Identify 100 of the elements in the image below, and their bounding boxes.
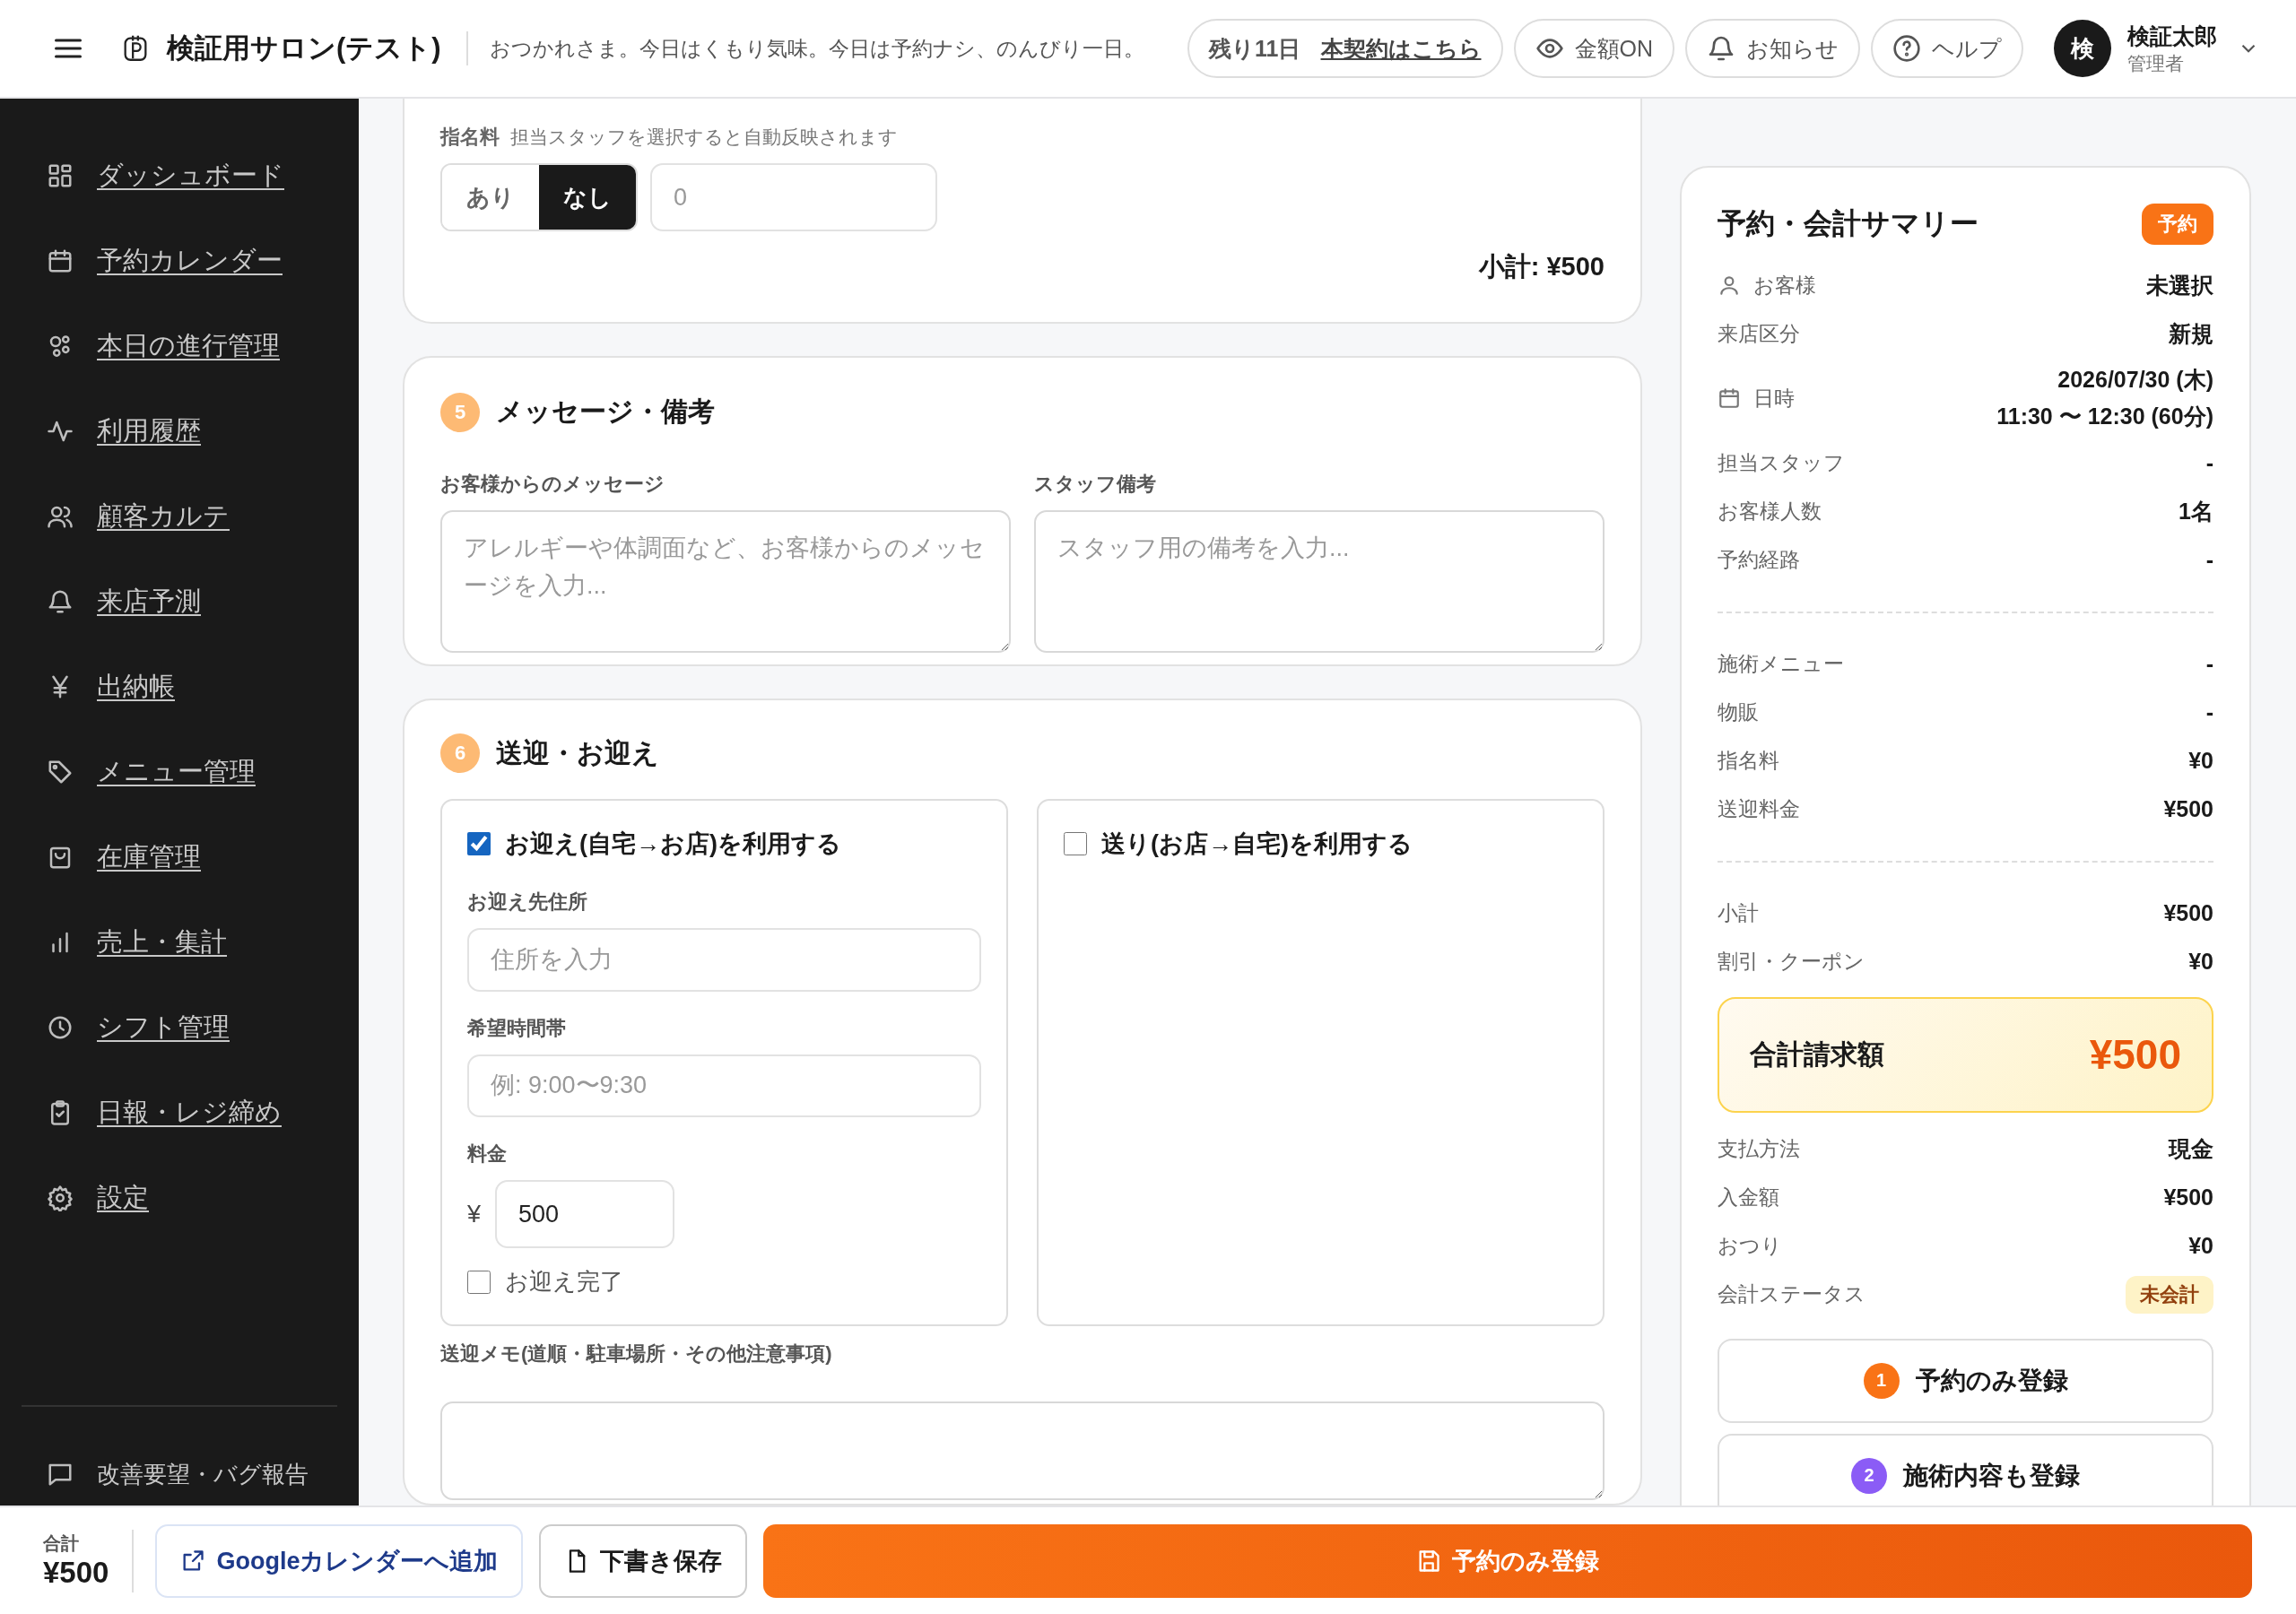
summary-label: 来店区分: [1718, 320, 1800, 347]
total-amount: ¥500: [2089, 1030, 2181, 1079]
summary-label: 会計ステータス: [1718, 1281, 1866, 1307]
register-button[interactable]: 2 施術内容も登録: [1718, 1433, 2213, 1506]
textarea-field[interactable]: スタッフ用の備考を入力...: [1034, 509, 1605, 653]
summary-value: 未選択: [2146, 271, 2213, 299]
sidebar-item[interactable]: 本日の進行管理: [0, 303, 359, 388]
summary-value: -: [2205, 547, 2213, 573]
sidebar-item[interactable]: 売上・集計: [0, 899, 359, 985]
summary-label: 入金額: [1718, 1184, 1779, 1210]
trial-days: 残り11日: [1209, 33, 1301, 64]
status-badge: 予約: [2142, 204, 2213, 245]
step-number: 1: [1863, 1362, 1900, 1399]
sidebar-item[interactable]: 予約カレンダー: [0, 218, 359, 303]
sidebar-item[interactable]: 出納帳: [0, 644, 359, 729]
sidebar-item[interactable]: シフト管理: [0, 985, 359, 1070]
field-label: 料金: [467, 1141, 508, 1167]
summary-value: ¥500: [2163, 1184, 2213, 1210]
time-field[interactable]: 例: 9:00〜9:30: [467, 1054, 981, 1117]
summary-title: 予約・会計サマリー: [1718, 206, 1979, 241]
register-button[interactable]: 1 予約のみ登録: [1718, 1338, 2213, 1423]
feedback-link[interactable]: 改善要望・バグ報告: [0, 1443, 359, 1506]
bell-icon: [1707, 34, 1735, 63]
settings-icon: [47, 1184, 74, 1211]
fee-field[interactable]: 500: [495, 1180, 675, 1248]
currency-sign: ¥: [467, 1200, 482, 1228]
summary-value: 2026/07/30 (木) 11:30 〜 12:30 (60分): [1996, 366, 2213, 431]
user-avatar[interactable]: 検: [2054, 20, 2111, 77]
summary-value: 新規: [2169, 319, 2213, 348]
summary-label: 小計: [1718, 900, 1759, 926]
summary-label: 日時: [1718, 384, 1795, 412]
summary-value: 1名: [2179, 498, 2213, 525]
summary-value: ¥0: [2188, 1233, 2213, 1259]
sidebar-item[interactable]: 来店予測: [0, 559, 359, 644]
google-button[interactable]: Googleカレンダーへ追加: [155, 1523, 524, 1598]
greeting-text: おつかれさま。今日はくもり気味。今日は予約ナシ、のんびり一日。: [489, 35, 1144, 62]
checkbox[interactable]: [467, 1270, 491, 1294]
summary-label: 担当スタッフ: [1718, 450, 1845, 476]
total-label: 合計: [43, 1532, 80, 1555]
summary-label: 指名料: [1718, 748, 1779, 774]
user-role: 管理者: [2127, 51, 2185, 75]
draft-button[interactable]: 下書き保存: [539, 1523, 748, 1598]
subtotal-text: 小計: ¥500: [1477, 251, 1605, 282]
checkbox-label: お迎え完了: [505, 1267, 623, 1297]
sidebar-item[interactable]: 在庫管理: [0, 814, 359, 899]
sidebar-item[interactable]: ダッシュボード: [0, 133, 359, 218]
summary-label: おつり: [1718, 1233, 1782, 1259]
field-label: 指名料: [440, 125, 500, 150]
memo-field[interactable]: [440, 1401, 1605, 1500]
user-name: 検証太郎: [2127, 22, 2217, 50]
user-icon: [1718, 273, 1741, 297]
summary-label: 送迎料金: [1718, 796, 1800, 822]
section-title: 送迎・お迎え: [496, 736, 659, 769]
summary-label: 割引・クーポン: [1718, 949, 1865, 975]
field-label: お迎え先住所: [467, 889, 588, 915]
summary-label: 物販: [1718, 699, 1759, 725]
notice-button[interactable]: お知らせ: [1685, 19, 1860, 78]
field-label: 希望時間帯: [467, 1015, 567, 1041]
sidebar-item[interactable]: 設定: [0, 1155, 359, 1240]
summary-value: -: [2205, 450, 2213, 476]
summary-value: ¥500: [2163, 900, 2213, 926]
summary-value: 現金: [2169, 1135, 2213, 1163]
summary-value: -: [2205, 651, 2213, 677]
address-field[interactable]: 住所を入力: [467, 928, 981, 992]
sidebar-item[interactable]: 顧客カルテ: [0, 473, 359, 559]
field-hint: 担当スタッフを選択すると自動反映されます: [510, 126, 898, 149]
step-number: 2: [1851, 1457, 1887, 1494]
total-amount: ¥500: [43, 1556, 109, 1590]
summary-label: お客様: [1718, 271, 1816, 299]
textarea-field[interactable]: アレルギーや体調面など、お客様からのメッセージを入力...: [440, 509, 1011, 653]
amount-field[interactable]: 0: [650, 163, 937, 231]
sidebar-item[interactable]: メニュー管理: [0, 729, 359, 814]
contract-link[interactable]: 本契約はこちら: [1320, 33, 1482, 64]
total-label: 合計請求額: [1750, 1037, 1884, 1071]
field-label: 送迎メモ(道順・駐車場所・その他注意事項): [440, 1341, 833, 1367]
salon-name: 検証用サロン(テスト): [167, 31, 441, 65]
help-button[interactable]: ヘルプ: [1871, 19, 2023, 78]
amount-button[interactable]: 金額ON: [1513, 19, 1674, 78]
checkbox[interactable]: [467, 832, 491, 855]
step-number: 6: [440, 733, 480, 773]
summary-value: -: [2205, 699, 2213, 725]
field-label: スタッフ備考: [1034, 471, 1157, 497]
status-badge: 未会計: [2126, 1275, 2213, 1314]
checkbox[interactable]: [1064, 832, 1087, 855]
summary-label: 支払方法: [1718, 1136, 1800, 1162]
summary-label: 施術メニュー: [1718, 651, 1844, 677]
toggle-option[interactable]: なし: [539, 165, 636, 230]
summary-value: ¥0: [2188, 949, 2213, 975]
section-title: メッセージ・備考: [496, 395, 715, 429]
summary-label: 予約経路: [1718, 547, 1800, 573]
step-number: 5: [440, 392, 480, 432]
summary-value: ¥500: [2163, 796, 2213, 822]
calendar-icon: [1718, 386, 1741, 411]
checkbox-label: お迎え(自宅→お店)を利用する: [505, 829, 841, 859]
sidebar-item[interactable]: 日報・レジ締め: [0, 1070, 359, 1155]
field-label: お客様からのメッセージ: [440, 471, 665, 497]
help-icon: [1892, 34, 1921, 63]
sidebar-item[interactable]: 利用履歴: [0, 388, 359, 473]
summary-value: ¥0: [2188, 748, 2213, 774]
checkbox-label: 送り(お店→自宅)を利用する: [1101, 829, 1413, 859]
